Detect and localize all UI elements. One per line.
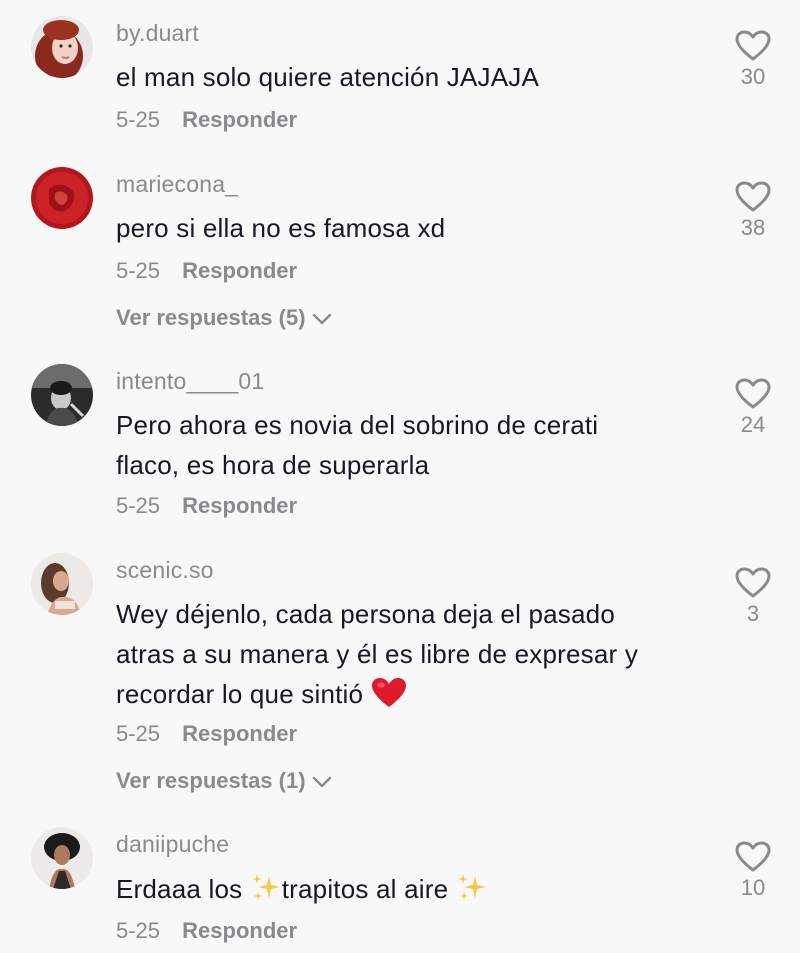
comment-text: Wey déjenlo, cada persona deja el pasado… (116, 594, 696, 714)
comment-date: 5-25 (116, 258, 161, 283)
comment-date: 5-25 (116, 493, 161, 518)
view-replies-button[interactable]: Ver respuestas (1) (116, 768, 332, 794)
comment-meta: 5-25 Responder (116, 721, 297, 747)
like-button[interactable]: 38 (730, 181, 776, 241)
comment-text: el man solo quiere atención JAJAJA (116, 62, 540, 92)
like-button[interactable]: 3 (730, 567, 776, 627)
like-button[interactable]: 24 (730, 378, 776, 438)
comment-text-line: atras a su manera y él es libre de expre… (116, 639, 639, 669)
like-count: 10 (740, 875, 766, 900)
comment-text-line: recordar lo que sintió (116, 674, 696, 714)
reply-button[interactable]: Responder (182, 107, 297, 132)
sparkles-emoji (457, 874, 486, 900)
sparkles-emoji (251, 874, 280, 900)
comment-text-segment: Erdaaa los (116, 874, 250, 904)
like-count: 30 (740, 64, 766, 89)
comment-username[interactable]: mariecona_ (116, 171, 238, 198)
comment-meta: 5-25 Responder (116, 258, 297, 284)
like-count: 38 (740, 215, 766, 240)
comment-text-segment: recordar lo que sintió (116, 679, 364, 709)
comments-list: by.duart el man solo quiere atención JAJ… (0, 0, 800, 953)
reply-button[interactable]: Responder (182, 918, 297, 943)
heart-outline-icon (735, 567, 771, 598)
chevron-down-icon (312, 313, 331, 325)
heart-outline-icon (735, 378, 771, 409)
heart-outline-icon (735, 181, 771, 212)
comment-date: 5-25 (116, 721, 161, 746)
comment-text: Pero ahora es novia del sobrino de cerat… (116, 405, 696, 485)
comment-meta: 5-25 Responder (116, 107, 297, 133)
like-button[interactable]: 10 (730, 841, 776, 901)
comment-text-line: Wey déjenlo, cada persona deja el pasado (116, 599, 615, 629)
avatar[interactable] (31, 16, 93, 78)
comment-date: 5-25 (116, 107, 161, 132)
avatar[interactable] (31, 827, 93, 889)
avatar[interactable] (31, 553, 93, 615)
comment-meta: 5-25 Responder (116, 918, 297, 944)
comment-text: Erdaaa los trapitos al aire (116, 869, 696, 909)
like-button[interactable]: 30 (730, 30, 776, 90)
reply-button[interactable]: Responder (182, 721, 297, 746)
like-count: 3 (746, 601, 760, 626)
comment-meta: 5-25 Responder (116, 493, 297, 519)
view-replies-button[interactable]: Ver respuestas (5) (116, 305, 332, 331)
avatar[interactable] (31, 364, 93, 426)
comment-username[interactable]: scenic.so (116, 557, 214, 584)
comment-text-line: flaco, es hora de superarla (116, 450, 430, 480)
heart-outline-icon (735, 30, 771, 61)
comment-text: pero si ella no es famosa xd (116, 213, 446, 243)
comment-username[interactable]: by.duart (116, 20, 199, 47)
comment-text-segment: trapitos al aire (281, 874, 456, 904)
red-heart-emoji (371, 678, 406, 707)
comment-text-line: Pero ahora es novia del sobrino de cerat… (116, 410, 599, 440)
view-replies-label: Ver respuestas (5) (116, 305, 306, 330)
heart-outline-icon (735, 841, 771, 872)
chevron-down-icon (312, 776, 331, 788)
like-count: 24 (740, 412, 766, 437)
comment-date: 5-25 (116, 918, 161, 943)
view-replies-label: Ver respuestas (1) (116, 768, 306, 793)
comment-username[interactable]: daniipuche (116, 831, 229, 858)
avatar[interactable] (31, 167, 93, 229)
comment-username[interactable]: intento____01 (116, 368, 264, 395)
reply-button[interactable]: Responder (182, 258, 297, 283)
reply-button[interactable]: Responder (182, 493, 297, 518)
